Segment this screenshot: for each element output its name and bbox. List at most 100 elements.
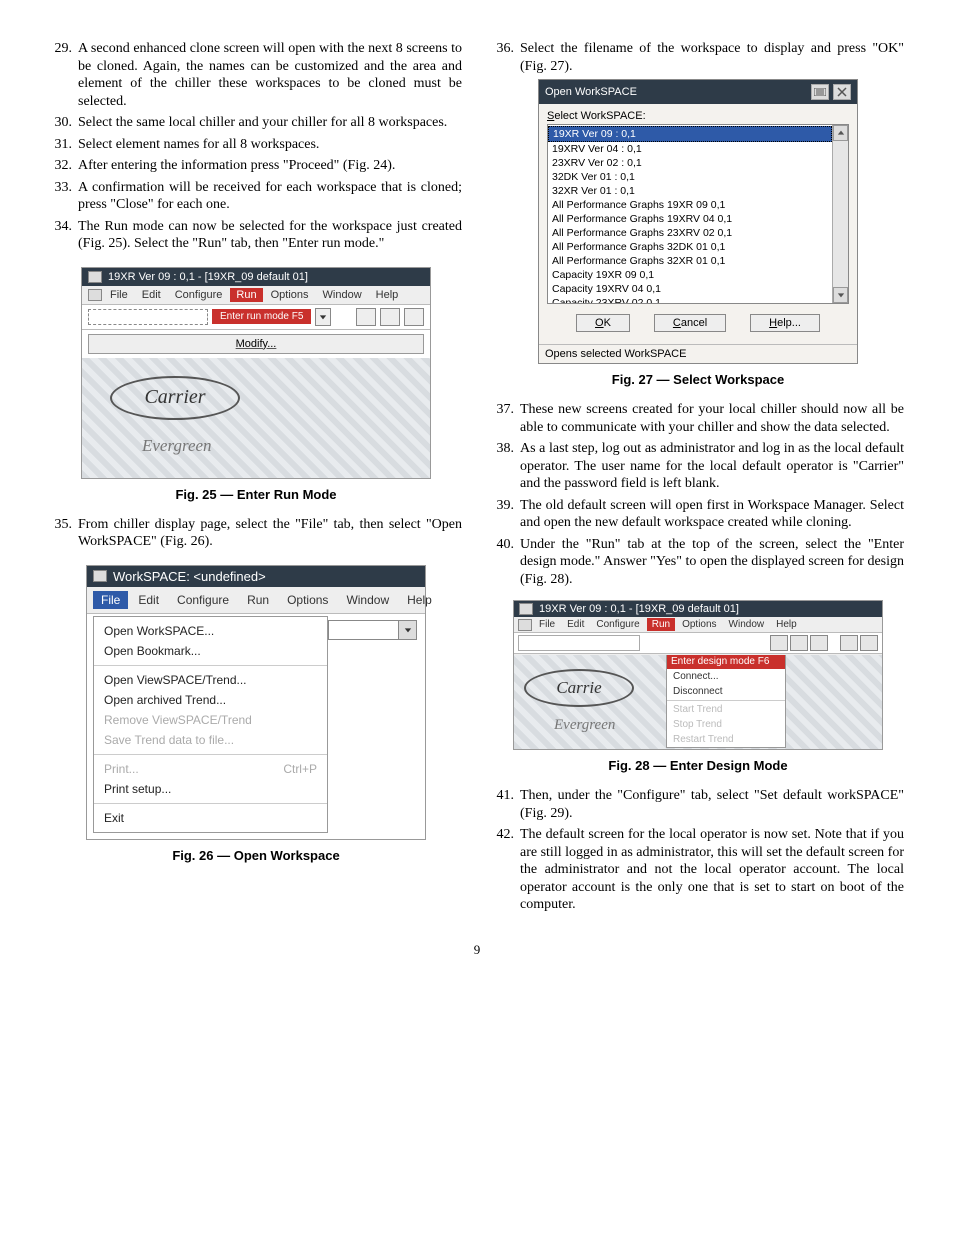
dropdown-arrow-icon[interactable] [398,621,416,639]
menu-item-options[interactable]: Options [265,288,315,302]
doc-icon [518,619,532,631]
carrier-logo: Carrier [110,376,240,420]
toolbar-icon[interactable] [810,635,828,651]
instruction-step: 37.These new screens created for your lo… [492,401,904,436]
instruction-step: 36.Select the filename of the workspace … [492,40,904,75]
instruction-step: 30.Select the same local chiller and you… [50,114,462,132]
toolbar-field[interactable] [518,635,640,651]
doc-icon [88,289,102,301]
menu-item-file[interactable]: File [534,618,560,631]
instruction-step: 41.Then, under the "Configure" tab, sele… [492,787,904,822]
app-icon [519,603,533,615]
dropdown-arrow-icon[interactable] [315,308,331,326]
list-item[interactable]: Capacity 23XRV 02 0,1 [548,296,832,303]
keyboard-icon[interactable] [811,84,829,100]
list-item[interactable]: All Performance Graphs 32DK 01 0,1 [548,240,832,254]
instruction-step: 29.A second enhanced clone screen will o… [50,40,462,110]
instruction-step: 35.From chiller display page, select the… [50,516,462,551]
list-item[interactable]: Capacity 19XR 09 0,1 [548,268,832,282]
app-icon [93,570,107,582]
toolbar-icon[interactable] [790,635,808,651]
list-item[interactable]: All Performance Graphs 19XRV 04 0,1 [548,212,832,226]
menu-item[interactable]: Exit [94,808,327,828]
select-workspace-label: Select WorkSPACE: [547,110,849,122]
menu-item: Save Trend data to file... [94,730,327,750]
window-title: WorkSPACE: <undefined> [113,569,266,584]
list-item[interactable]: Capacity 19XRV 04 0,1 [548,282,832,296]
menu-item-run[interactable]: Run [239,591,277,609]
menu-item-help[interactable]: Help [399,591,440,609]
toolbar-icon-3[interactable] [404,308,424,326]
menu-item-options[interactable]: Options [279,591,336,609]
scroll-up-icon[interactable] [833,125,848,141]
evergreen-label: Evergreen [554,717,615,734]
window-title: 19XR Ver 09 : 0,1 - [19XR_09 default 01] [539,603,739,615]
workspace-canvas: Carrier Evergreen [82,358,430,478]
instruction-step: 33.A confirmation will be received for e… [50,179,462,214]
ok-button[interactable]: OK [576,314,630,332]
menu-item[interactable]: Open archived Trend... [94,690,327,710]
menu-item-configure[interactable]: Configure [591,618,644,631]
figure-27: Open WorkSPACE Select WorkSPACE: 19XR Ve… [538,79,858,364]
instruction-step: 42.The default screen for the local oper… [492,826,904,914]
menu-item-window[interactable]: Window [338,591,397,609]
menu-item[interactable]: Open ViewSPACE/Trend... [94,670,327,690]
toolbar-icon[interactable] [840,635,858,651]
list-item[interactable]: 19XR Ver 09 : 0,1 [548,126,832,142]
menu-item-edit[interactable]: Edit [136,288,167,302]
menu-item[interactable]: Disconnect [667,684,785,699]
enter-design-mode-item[interactable]: Enter design mode F6 [667,654,785,669]
menu-item[interactable]: Open Bookmark... [94,641,327,661]
list-item[interactable]: 23XRV Ver 02 : 0,1 [548,156,832,170]
menu-bar: FileEditConfigureRunOptionsWindowHelp [82,286,430,305]
file-menu-dropdown: Open WorkSPACE...Open Bookmark... Open Vi… [93,616,328,833]
toolbar-field[interactable] [88,309,208,325]
scroll-track[interactable] [833,141,848,287]
menu-item-file[interactable]: File [104,288,134,302]
modify-button[interactable]: Modify... [88,334,424,354]
menu-item[interactable]: Connect... [667,669,785,684]
figure-25-caption: Fig. 25 — Enter Run Mode [50,487,462,502]
menu-item-file[interactable]: File [93,591,128,609]
figure-28: 19XR Ver 09 : 0,1 - [19XR_09 default 01]… [513,600,883,750]
menu-item-options[interactable]: Options [677,618,721,631]
toolbar-icon[interactable] [770,635,788,651]
toolbar-icon-2[interactable] [380,308,400,326]
menu-item-configure[interactable]: Configure [169,288,229,302]
menu-item-window[interactable]: Window [724,618,770,631]
menu-item-edit[interactable]: Edit [130,591,167,609]
list-item[interactable]: 19XRV Ver 04 : 0,1 [548,142,832,156]
menu-item-configure[interactable]: Configure [169,591,237,609]
dialog-titlebar: Open WorkSPACE [539,80,857,104]
dropdown-field[interactable] [328,620,417,640]
figure-25: 19XR Ver 09 : 0,1 - [19XR_09 default 01]… [81,267,431,479]
menu-bar: FileEditConfigureRunOptionsWindowHelp [514,617,882,633]
scrollbar[interactable] [832,125,848,303]
toolbar-icon[interactable] [860,635,878,651]
menu-item[interactable]: Print setup... [94,779,327,799]
menu-item: Restart Trend [667,732,785,747]
menu-item[interactable]: Open WorkSPACE... [94,621,327,641]
evergreen-label: Evergreen [142,436,212,456]
menu-item-run[interactable]: Run [647,618,675,631]
menu-item-help[interactable]: Help [370,288,405,302]
menu-item-window[interactable]: Window [317,288,368,302]
close-icon[interactable] [833,84,851,100]
list-item[interactable]: All Performance Graphs 19XR 09 0,1 [548,198,832,212]
scroll-down-icon[interactable] [833,287,848,303]
figure-26: WorkSPACE: <undefined> FileEditConfigure… [86,565,426,840]
enter-run-mode-button[interactable]: Enter run mode F5 [212,309,311,324]
list-item[interactable]: 32XR Ver 01 : 0,1 [548,184,832,198]
menu-item-run[interactable]: Run [230,288,262,302]
toolbar-icon-1[interactable] [356,308,376,326]
list-item[interactable]: All Performance Graphs 32XR 01 0,1 [548,254,832,268]
menu-item-help[interactable]: Help [771,618,802,631]
help-button[interactable]: Help... [750,314,820,332]
workspace-listbox[interactable]: 19XR Ver 09 : 0,119XRV Ver 04 : 0,123XRV… [548,125,832,303]
list-item[interactable]: 32DK Ver 01 : 0,1 [548,170,832,184]
cancel-button[interactable]: Cancel [654,314,726,332]
run-menu-dropdown: Enter design mode F6 Connect...Disconnec… [666,654,786,748]
list-item[interactable]: All Performance Graphs 23XRV 02 0,1 [548,226,832,240]
menu-item-edit[interactable]: Edit [562,618,589,631]
status-bar: Opens selected WorkSPACE [539,344,857,363]
